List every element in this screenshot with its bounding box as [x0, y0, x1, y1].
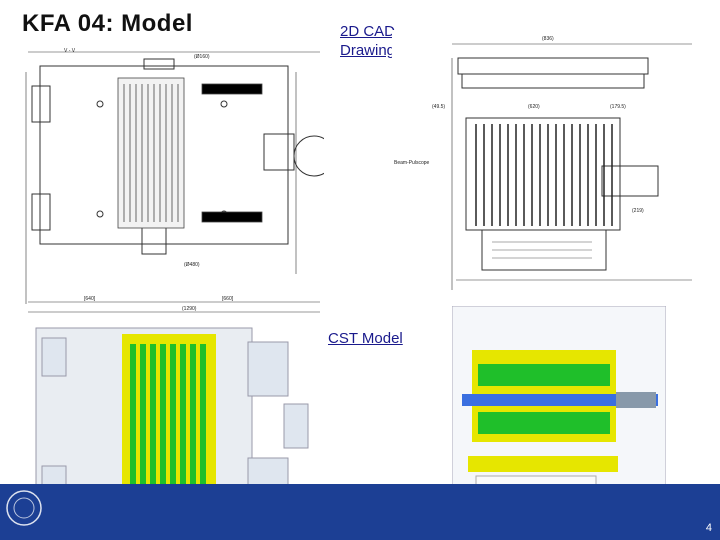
cern-logo	[6, 490, 42, 526]
svg-text:[640]: [640]	[84, 296, 96, 302]
svg-text:(836): (836)	[542, 36, 554, 42]
svg-text:(Ø480): (Ø480)	[184, 262, 200, 268]
cad-side-view-drawing: V - V (Ø160) (1290) [640] [660] (Ø480)	[24, 44, 324, 320]
cst-model-link[interactable]: CST Model	[328, 330, 403, 347]
slide-title: KFA 04: Model	[22, 10, 193, 37]
svg-text:(219): (219)	[632, 208, 644, 214]
cad-front-view-drawing: (836) (620) (179.5) (49.5) Beam-Pulscope…	[392, 30, 702, 302]
svg-text:(49.5): (49.5)	[432, 104, 445, 110]
svg-text:V - V: V - V	[64, 48, 76, 54]
svg-text:(1290): (1290)	[182, 306, 197, 312]
svg-text:[660]: [660]	[222, 296, 234, 302]
svg-text:(179.5): (179.5)	[610, 104, 626, 110]
svg-text:(Ø160): (Ø160)	[194, 54, 210, 60]
page-number: 4	[705, 522, 712, 534]
svg-text:Beam-Pulscope: Beam-Pulscope	[394, 160, 430, 166]
svg-text:(620): (620)	[528, 104, 540, 110]
footer-bar	[0, 484, 720, 540]
